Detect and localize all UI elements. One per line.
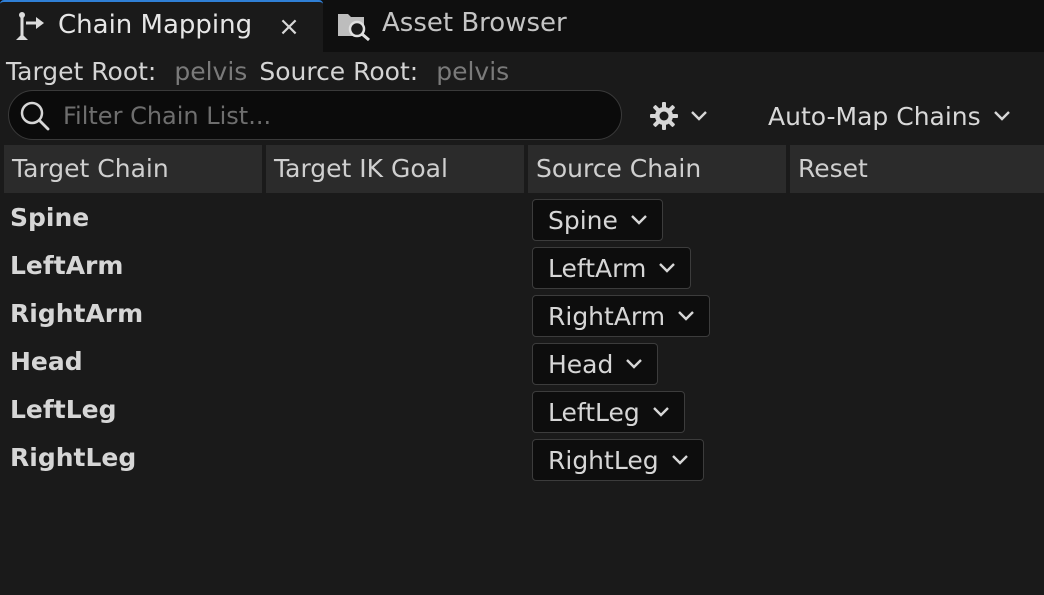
source-chain-value: Head bbox=[548, 349, 614, 379]
tab-chain-mapping-label: Chain Mapping bbox=[58, 10, 253, 40]
tab-chain-mapping[interactable]: Chain Mapping × bbox=[0, 0, 323, 52]
source-root-value: pelvis bbox=[436, 56, 510, 86]
chevron-down-icon bbox=[626, 359, 643, 369]
target-chain-name: RightLeg bbox=[10, 443, 137, 472]
chevron-down-icon bbox=[671, 455, 688, 465]
source-chain-value: RightArm bbox=[548, 301, 666, 331]
target-chain-name: Spine bbox=[10, 203, 90, 232]
chain-mapping-window: Chain Mapping × Asset Browser Target Roo… bbox=[0, 0, 1044, 595]
table-row[interactable]: RightArm RightArm bbox=[0, 293, 1044, 341]
table-row[interactable]: LeftLeg LeftLeg bbox=[0, 389, 1044, 437]
chevron-down-icon bbox=[691, 111, 707, 121]
search-icon bbox=[20, 101, 50, 131]
source-chain-value: LeftLeg bbox=[548, 397, 640, 427]
gear-icon bbox=[650, 102, 678, 130]
target-chain-name: LeftLeg bbox=[10, 395, 117, 424]
source-chain-value: LeftArm bbox=[548, 253, 647, 283]
tab-asset-browser-label: Asset Browser bbox=[382, 8, 567, 38]
target-chain-name: Head bbox=[10, 347, 83, 376]
column-header-target-chain[interactable]: Target Chain bbox=[4, 145, 262, 193]
chevron-down-icon bbox=[678, 311, 694, 321]
source-root-label: Source Root: bbox=[259, 56, 419, 86]
chevron-down-icon bbox=[659, 263, 676, 273]
chevron-down-icon bbox=[631, 215, 647, 225]
source-chain-dropdown[interactable]: RightLeg bbox=[532, 439, 704, 481]
chain-mapping-icon bbox=[16, 12, 44, 40]
target-chain-name: LeftArm bbox=[10, 251, 124, 280]
column-header-target-ik-goal[interactable]: Target IK Goal bbox=[266, 145, 524, 193]
target-root-label: Target Root: bbox=[6, 56, 157, 86]
chain-mapping-panel: Target Root: pelvis Source Root: pelvis bbox=[0, 52, 1044, 595]
table-row[interactable]: LeftArm LeftArm bbox=[0, 245, 1044, 293]
source-chain-dropdown[interactable]: Head bbox=[532, 343, 659, 385]
asset-browser-icon bbox=[338, 14, 370, 42]
chain-search-box[interactable] bbox=[8, 90, 622, 140]
root-info: Target Root: pelvis Source Root: pelvis bbox=[6, 54, 521, 88]
source-chain-dropdown[interactable]: LeftLeg bbox=[532, 391, 685, 433]
table-row[interactable]: RightLeg RightLeg bbox=[0, 437, 1044, 485]
auto-map-chains-button[interactable]: Auto-Map Chains bbox=[760, 96, 1014, 136]
tab-bar: Chain Mapping × Asset Browser bbox=[0, 0, 1044, 52]
chevron-down-icon bbox=[993, 111, 1010, 121]
auto-map-chains-label: Auto-Map Chains bbox=[768, 101, 981, 131]
target-root-value: pelvis bbox=[174, 56, 248, 86]
chevron-down-icon bbox=[652, 407, 669, 417]
column-header-reset[interactable]: Reset bbox=[790, 145, 1044, 193]
search-input[interactable] bbox=[61, 97, 615, 135]
tab-close-icon[interactable]: × bbox=[276, 12, 302, 42]
table-row[interactable]: Spine Spine bbox=[0, 197, 1044, 245]
target-chain-name: RightArm bbox=[10, 299, 144, 328]
tab-asset-browser[interactable]: Asset Browser bbox=[330, 0, 590, 52]
source-chain-value: Spine bbox=[548, 205, 618, 235]
column-header-source-chain[interactable]: Source Chain bbox=[528, 145, 786, 193]
table-header: Target Chain Target IK Goal Source Chain… bbox=[4, 145, 1044, 193]
settings-button[interactable] bbox=[644, 96, 716, 136]
source-chain-value: RightLeg bbox=[548, 445, 659, 475]
source-chain-dropdown[interactable]: Spine bbox=[532, 199, 663, 241]
table-row[interactable]: Head Head bbox=[0, 341, 1044, 389]
source-chain-dropdown[interactable]: LeftArm bbox=[532, 247, 692, 289]
source-chain-dropdown[interactable]: RightArm bbox=[532, 295, 711, 337]
